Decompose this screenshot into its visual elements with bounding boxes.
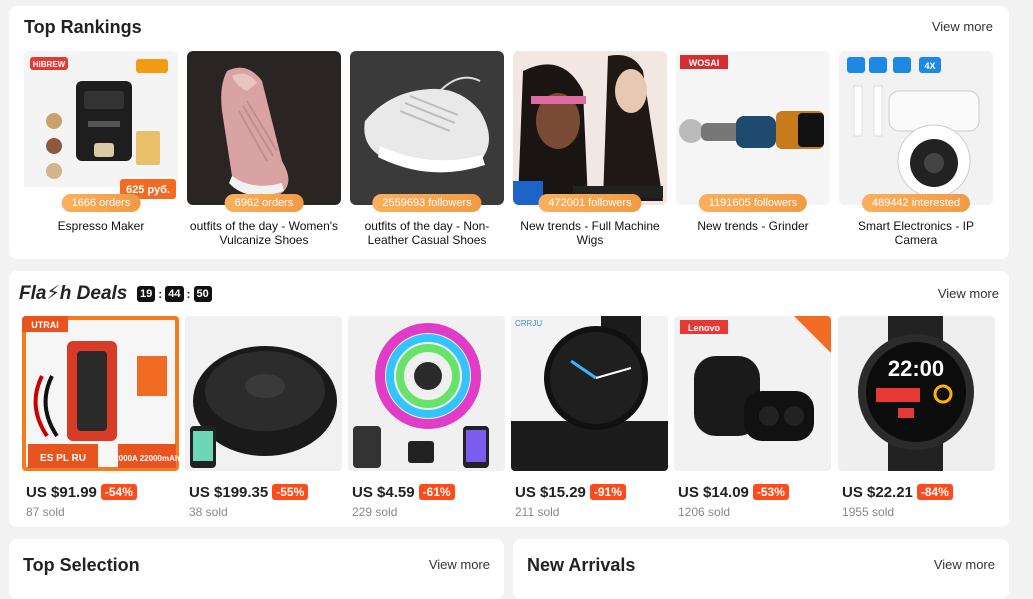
stat-pill: 472001 followers — [538, 194, 642, 212]
ranking-item[interactable]: 2559693 followers outfits of the day - N… — [350, 51, 504, 251]
ranking-item[interactable]: 4X 489442 interested Smart Electronics -… — [839, 51, 993, 251]
discount-badge: -91% — [589, 484, 626, 500]
price: US $22.21 — [842, 484, 913, 501]
flash-deals-section: Fla⚡h Deals 19 : 44 : 50 View more UTRAI… — [9, 271, 1009, 527]
deal-price-row: US $4.59 -61% — [352, 484, 455, 501]
deal-price-row: US $199.35 -55% — [189, 484, 309, 501]
price: US $15.29 — [515, 484, 586, 501]
ranking-item[interactable]: HiBREW 625 руб. 1666 orders Espresso Mak… — [24, 51, 178, 251]
product-image: 4X — [839, 51, 993, 205]
ranking-name: outfits of the day - Women's Vulcanize S… — [189, 219, 339, 247]
discount-badge: -54% — [100, 484, 137, 500]
ranking-item[interactable]: WOSAI 1191605 followers New trends - Gri… — [676, 51, 830, 251]
country-badge: ES PL RU — [40, 453, 86, 464]
sold-count: 229 sold — [352, 505, 398, 519]
product-image — [513, 51, 667, 205]
sold-count: 211 sold — [515, 505, 560, 519]
product-image: HiBREW 625 руб. — [24, 51, 178, 205]
deal-item[interactable]: 22:00 US $22.21 -84% 1955 sold — [838, 316, 995, 521]
product-image: 22:00 — [838, 316, 995, 471]
stat-pill: 2559693 followers — [372, 194, 482, 212]
sold-count: 1206 sold — [678, 505, 731, 519]
section-title: New Arrivals — [527, 555, 636, 575]
product-image — [350, 51, 504, 205]
timer-hours: 19 — [137, 286, 156, 302]
stat-pill: 1191605 followers — [698, 194, 808, 212]
zoom-badge: 4X — [924, 61, 935, 71]
discount-badge: -61% — [418, 484, 455, 500]
product-image: CRRJU — [511, 316, 668, 471]
stat-pill: 489442 interested — [861, 194, 971, 212]
ranking-item[interactable]: 472001 followers New trends - Full Machi… — [513, 51, 667, 251]
price: US $14.09 — [678, 484, 749, 501]
section-title: Top Rankings — [24, 17, 142, 37]
top-selection-section: Top Selection View more — [9, 539, 504, 599]
deal-item[interactable]: US $199.35 -55% 38 sold — [185, 316, 342, 521]
deal-price-row: US $91.99 -54% — [26, 484, 137, 501]
spec-caption: 2000A 22000mAh — [114, 454, 179, 463]
top-rankings-section: Top Rankings View more HiBREW 625 руб. 1… — [9, 6, 1009, 259]
view-more-link[interactable]: View more — [429, 557, 490, 572]
stat-pill: 6962 orders — [224, 194, 304, 212]
view-more-link[interactable]: View more — [932, 19, 993, 34]
view-more-link[interactable]: View more — [938, 286, 999, 301]
ranking-name: New trends - Full Machine Wigs — [520, 219, 660, 247]
section-title: Top Selection — [23, 555, 140, 575]
watch-time: 22:00 — [888, 356, 944, 381]
view-more-link[interactable]: View more — [934, 557, 995, 572]
sold-count: 38 sold — [189, 505, 228, 519]
price: US $4.59 — [352, 484, 415, 501]
timer-minutes: 44 — [165, 286, 184, 302]
deal-price-row: US $14.09 -53% — [678, 484, 789, 501]
ranking-name: Smart Electronics - IP Camera — [857, 219, 975, 247]
new-arrivals-section: New Arrivals View more — [513, 539, 1009, 599]
discount-badge: -84% — [916, 484, 953, 500]
sold-count: 1955 sold — [842, 505, 895, 519]
deal-price-row: US $22.21 -84% — [842, 484, 953, 501]
section-title: Fla⚡h Deals — [19, 283, 128, 304]
price: US $91.99 — [26, 484, 97, 501]
sold-count: 87 sold — [26, 505, 65, 519]
brand-logo: CRRJU — [515, 319, 542, 328]
price: US $199.35 — [189, 484, 269, 501]
product-image: Lenovo — [674, 316, 831, 471]
product-image: UTRAI ES PL RU 2000A 22000mAh — [22, 316, 179, 471]
deal-item[interactable]: Lenovo US $14.09 -53% 1206 sold — [674, 316, 831, 521]
brand-logo: HiBREW — [33, 60, 66, 69]
deal-item[interactable]: US $4.59 -61% 229 sold — [348, 316, 505, 521]
discount-badge: -53% — [752, 484, 789, 500]
brand-logo: WOSAI — [689, 58, 720, 68]
product-image — [185, 316, 342, 471]
timer-seconds: 50 — [193, 286, 212, 302]
ranking-name: New trends - Grinder — [697, 219, 809, 233]
ranking-item[interactable]: 6962 orders outfits of the day - Women's… — [187, 51, 341, 251]
product-image — [187, 51, 341, 205]
deal-price-row: US $15.29 -91% — [515, 484, 626, 501]
ranking-name: outfits of the day - Non-Leather Casual … — [364, 219, 490, 247]
deal-item[interactable]: UTRAI ES PL RU 2000A 22000mAh US $91.99-… — [22, 316, 179, 521]
product-image — [348, 316, 505, 471]
product-image: WOSAI — [676, 51, 830, 205]
brand-logo: UTRAI — [31, 320, 59, 330]
brand-logo: Lenovo — [688, 323, 721, 333]
deal-item[interactable]: CRRJU US $15.29 -91% 211 sold — [511, 316, 668, 521]
ranking-name: Espresso Maker — [57, 219, 145, 233]
countdown-timer: 19 : 44 : 50 — [137, 285, 212, 303]
stat-pill: 1666 orders — [61, 194, 141, 212]
discount-badge: -55% — [272, 484, 309, 500]
